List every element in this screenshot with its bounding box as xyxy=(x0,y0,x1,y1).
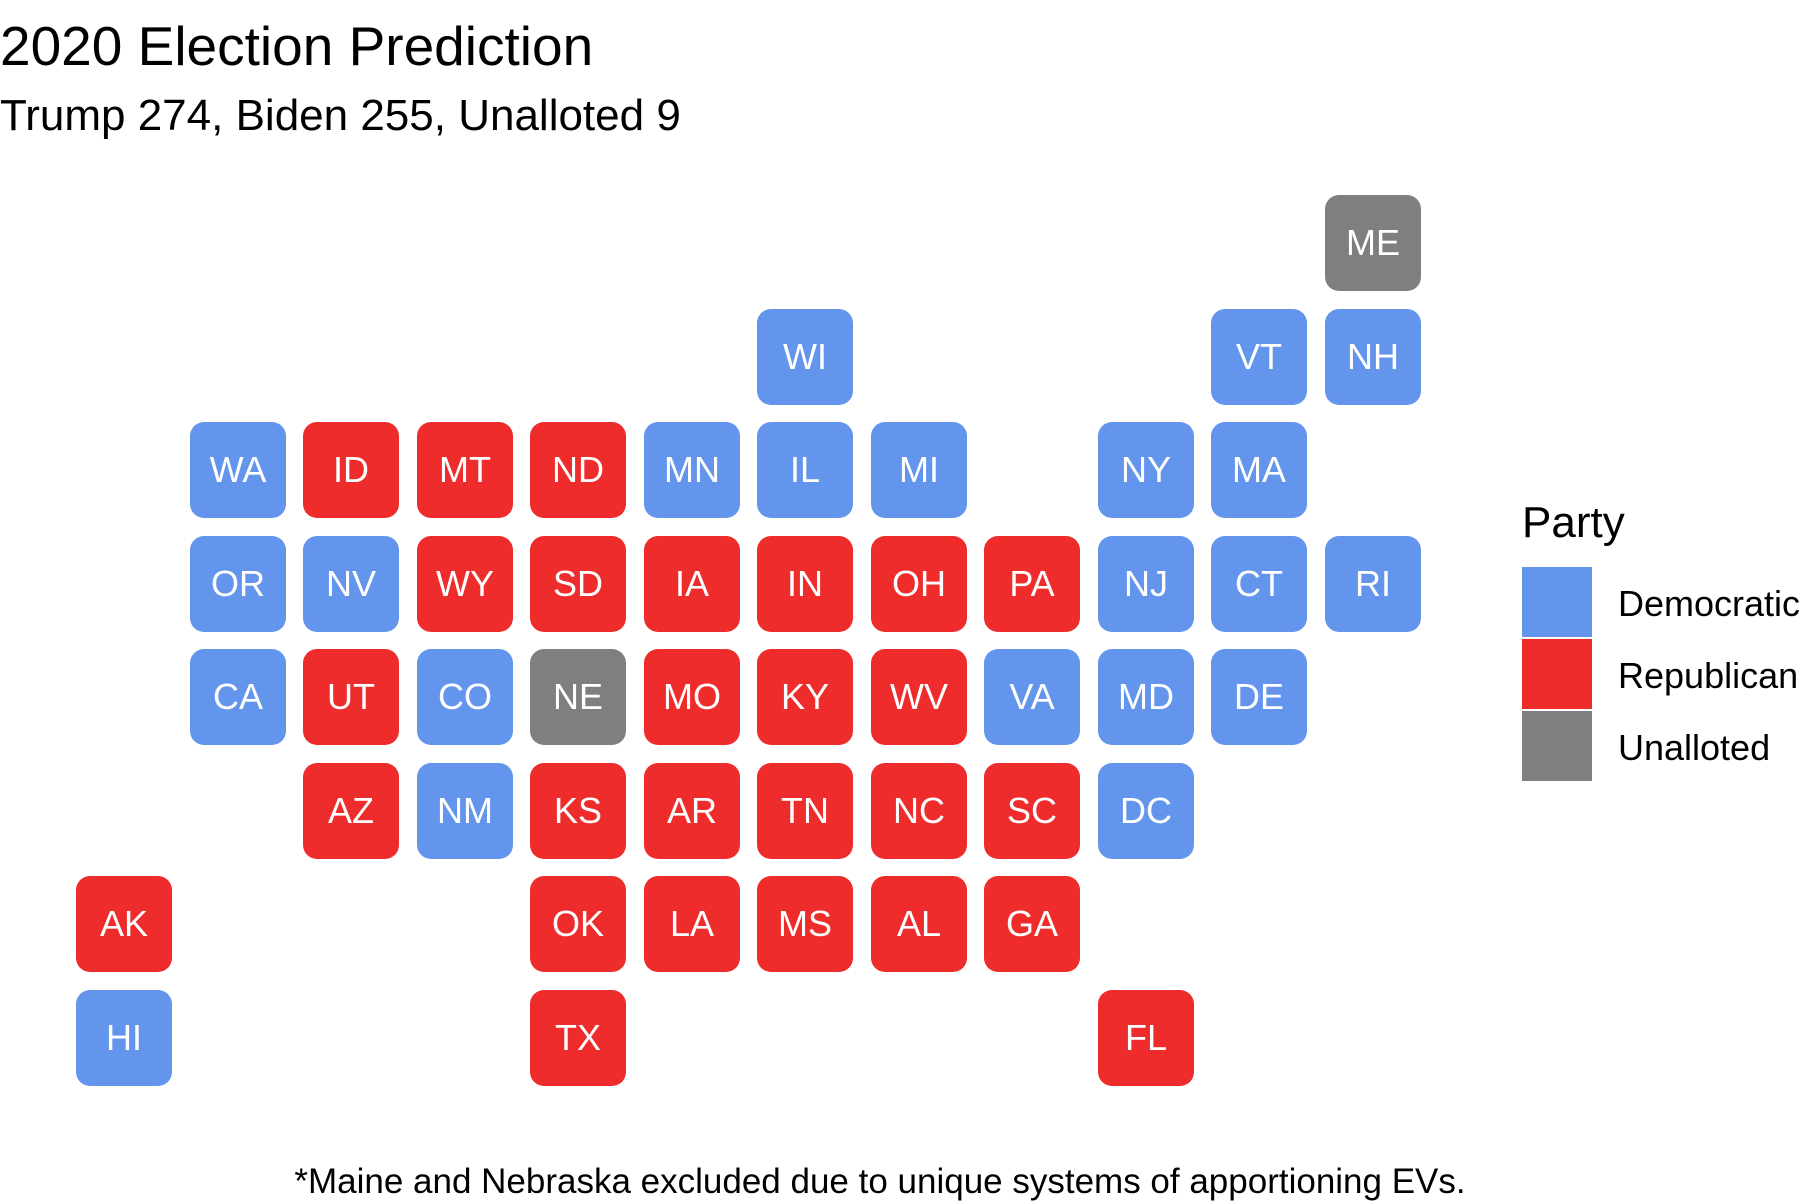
state-tile-ca: CA xyxy=(190,649,286,745)
state-tile-ar: AR xyxy=(644,763,740,859)
state-tile-oh: OH xyxy=(871,536,967,632)
state-tile-pa: PA xyxy=(984,536,1080,632)
state-tile-la: LA xyxy=(644,876,740,972)
state-tile-vt: VT xyxy=(1211,309,1307,405)
state-tile-ok: OK xyxy=(530,876,626,972)
state-tile-tn: TN xyxy=(757,763,853,859)
state-tile-wv: WV xyxy=(871,649,967,745)
state-tile-va: VA xyxy=(984,649,1080,745)
state-tile-wa: WA xyxy=(190,422,286,518)
state-tile-wy: WY xyxy=(417,536,513,632)
state-tile-hi: HI xyxy=(76,990,172,1086)
state-tile-fl: FL xyxy=(1098,990,1194,1086)
state-tile-md: MD xyxy=(1098,649,1194,745)
state-tile-dc: DC xyxy=(1098,763,1194,859)
state-tile-nm: NM xyxy=(417,763,513,859)
state-tile-mi: MI xyxy=(871,422,967,518)
state-tile-ia: IA xyxy=(644,536,740,632)
state-tile-tx: TX xyxy=(530,990,626,1086)
state-tile-ky: KY xyxy=(757,649,853,745)
state-tile-ma: MA xyxy=(1211,422,1307,518)
state-tile-nj: NJ xyxy=(1098,536,1194,632)
state-tile-in: IN xyxy=(757,536,853,632)
state-tile-nc: NC xyxy=(871,763,967,859)
state-tile-ak: AK xyxy=(76,876,172,972)
state-tile-ct: CT xyxy=(1211,536,1307,632)
state-tile-sd: SD xyxy=(530,536,626,632)
state-tile-me: ME xyxy=(1325,195,1421,291)
state-tile-ks: KS xyxy=(530,763,626,859)
legend-label-republican: Republican xyxy=(1618,655,1799,696)
state-tile-ga: GA xyxy=(984,876,1080,972)
state-tile-ne: NE xyxy=(530,649,626,745)
state-tile-ut: UT xyxy=(303,649,399,745)
state-tile-or: OR xyxy=(190,536,286,632)
state-tile-co: CO xyxy=(417,649,513,745)
legend-label-democratic: Democratic xyxy=(1618,583,1800,624)
state-tile-ny: NY xyxy=(1098,422,1194,518)
state-tile-al: AL xyxy=(871,876,967,972)
legend-label-unalloted: Unalloted xyxy=(1618,727,1771,768)
state-tile-mn: MN xyxy=(644,422,740,518)
state-tile-il: IL xyxy=(757,422,853,518)
state-tile-id: ID xyxy=(303,422,399,518)
state-tile-nh: NH xyxy=(1325,309,1421,405)
legend-title: Party xyxy=(1522,498,1625,547)
state-tile-de: DE xyxy=(1211,649,1307,745)
state-tile-ri: RI xyxy=(1325,536,1421,632)
legend-key-unalloted xyxy=(1522,711,1592,781)
state-tile-nv: NV xyxy=(303,536,399,632)
state-tile-mo: MO xyxy=(644,649,740,745)
state-tile-nd: ND xyxy=(530,422,626,518)
state-tile-ms: MS xyxy=(757,876,853,972)
state-tile-wi: WI xyxy=(757,309,853,405)
legend-key-democratic xyxy=(1522,567,1592,637)
state-tile-mt: MT xyxy=(417,422,513,518)
footnote-caption: *Maine and Nebraska excluded due to uniq… xyxy=(294,1162,1466,1201)
legend-key-republican xyxy=(1522,639,1592,709)
state-tile-sc: SC xyxy=(984,763,1080,859)
state-tile-az: AZ xyxy=(303,763,399,859)
